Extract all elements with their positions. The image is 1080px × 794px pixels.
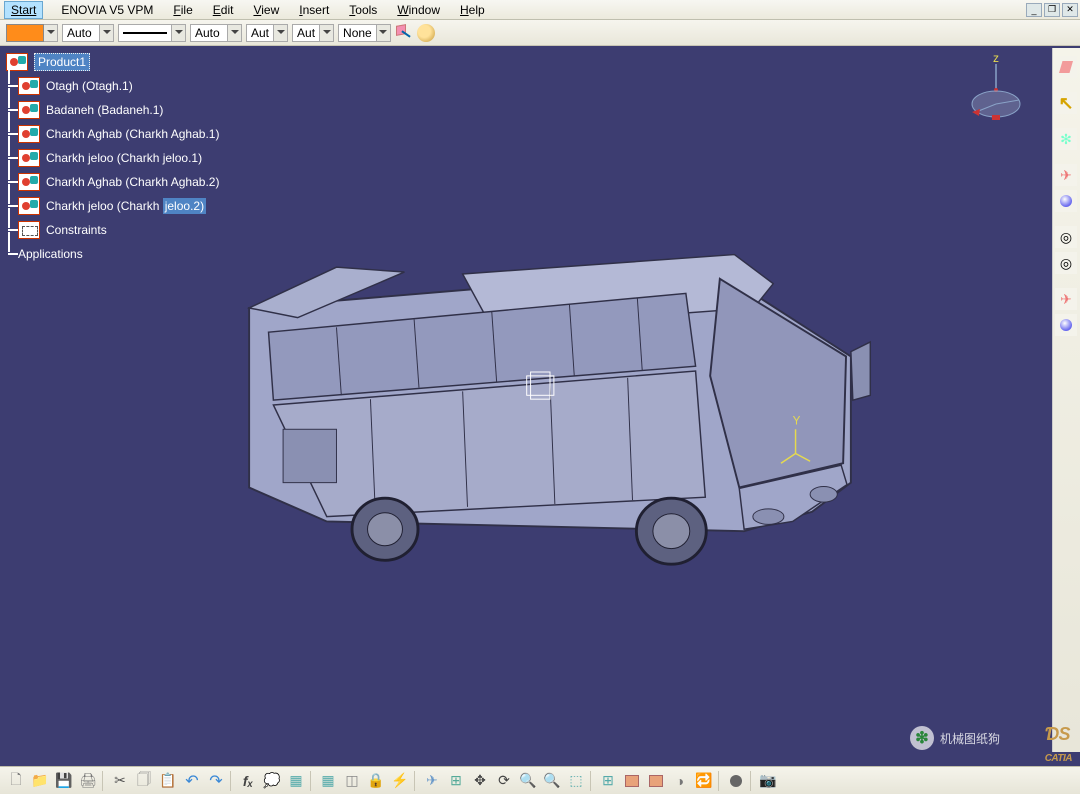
hide-show-icon[interactable] <box>670 771 690 791</box>
tree-item-otagh[interactable]: Otagh (Otagh.1) <box>46 79 133 93</box>
catia-logo: ƊSCATIA <box>1045 724 1072 766</box>
fit-all-icon[interactable] <box>446 771 466 791</box>
grid-icon[interactable] <box>318 771 338 791</box>
hierarchy-icon[interactable] <box>342 771 362 791</box>
cut-icon[interactable] <box>110 771 130 791</box>
menu-bar: Start ENOVIA V5 VPM File Edit View Inser… <box>0 0 1080 20</box>
print-icon[interactable] <box>78 771 98 791</box>
lock-icon[interactable] <box>366 771 386 791</box>
render-dropdown[interactable]: None <box>338 24 391 42</box>
new-document-icon[interactable] <box>6 771 26 791</box>
close-button[interactable]: ✕ <box>1062 3 1078 17</box>
color-swatch <box>6 24 44 42</box>
constraints-icon <box>18 221 40 239</box>
shading-edge-icon[interactable] <box>646 771 666 791</box>
multi-view-icon[interactable] <box>598 771 618 791</box>
tree-applications[interactable]: Applications <box>18 247 83 261</box>
target-icon[interactable] <box>1055 252 1077 274</box>
comment-icon[interactable] <box>262 771 282 791</box>
linetype-dropdown[interactable]: Aut <box>246 24 288 42</box>
fly-icon[interactable] <box>1055 164 1077 186</box>
part-icon <box>18 77 40 95</box>
render-sphere-icon[interactable] <box>1055 314 1077 336</box>
fly-icon[interactable] <box>1055 288 1077 310</box>
snowflake-icon[interactable] <box>1055 128 1077 150</box>
copy-icon[interactable] <box>134 771 154 791</box>
lineweight-dropdown[interactable] <box>118 24 186 42</box>
undo-icon[interactable] <box>182 771 202 791</box>
menu-help[interactable]: Help <box>450 1 495 19</box>
render-sphere-icon[interactable] <box>1055 190 1077 212</box>
tree-constraints[interactable]: Constraints <box>46 223 107 237</box>
line-weight-preview <box>123 32 167 34</box>
minimize-button[interactable]: _ <box>1026 3 1042 17</box>
part-icon <box>18 197 40 215</box>
paste-icon[interactable] <box>158 771 178 791</box>
spreadsheet-icon[interactable] <box>286 771 306 791</box>
target-icon[interactable] <box>1055 226 1077 248</box>
paint-wizard-icon[interactable] <box>417 24 435 42</box>
zoom-in-icon[interactable] <box>518 771 538 791</box>
normal-view-icon[interactable] <box>566 771 586 791</box>
pan-icon[interactable] <box>470 771 490 791</box>
part-icon <box>18 173 40 191</box>
tree-item-badaneh[interactable]: Badaneh (Badaneh.1) <box>46 103 163 117</box>
fly-through-icon[interactable] <box>422 771 442 791</box>
capture-icon[interactable] <box>758 771 778 791</box>
window-controls: _ ❐ ✕ <box>1026 3 1078 17</box>
watermark-text: ❇机械图纸狗 <box>910 726 1000 750</box>
save-icon[interactable] <box>54 771 74 791</box>
pointtype-dropdown[interactable]: Aut <box>292 24 334 42</box>
part-icon <box>18 149 40 167</box>
select-arrow-icon[interactable]: ↖ <box>1055 92 1077 114</box>
compass[interactable]: z <box>966 52 1026 132</box>
open-folder-icon[interactable] <box>30 771 50 791</box>
formula-icon[interactable] <box>238 771 258 791</box>
part-icon <box>18 101 40 119</box>
macro-icon[interactable] <box>390 771 410 791</box>
tree-item-charkh-aghab1[interactable]: Charkh Aghab (Charkh Aghab.1) <box>46 127 219 141</box>
assembly-workbench-icon[interactable] <box>1055 56 1077 78</box>
menu-start-button[interactable]: Start <box>4 1 43 19</box>
bus-model[interactable]: Y <box>220 240 880 570</box>
storage-icon[interactable] <box>726 771 746 791</box>
tree-root[interactable]: Product1 <box>34 53 90 71</box>
wechat-icon: ❇ <box>910 726 934 750</box>
bottom-toolbar <box>0 766 1080 794</box>
rotate-icon[interactable] <box>494 771 514 791</box>
3d-viewport[interactable]: Y <box>150 150 950 630</box>
color-dropdown[interactable] <box>6 24 58 42</box>
restore-button[interactable]: ❐ <box>1044 3 1060 17</box>
menu-file[interactable]: File <box>163 1 202 19</box>
menu-edit[interactable]: Edit <box>203 1 244 19</box>
shading-icon[interactable] <box>622 771 642 791</box>
painter-icon[interactable] <box>395 24 413 42</box>
svg-text:Y: Y <box>793 414 801 427</box>
zoom-out-icon[interactable] <box>542 771 562 791</box>
right-toolbar: ↖ <box>1052 48 1080 752</box>
transparency-dropdown[interactable]: Auto <box>62 24 114 42</box>
graphic-properties-toolbar: Auto Auto Aut Aut None <box>0 20 1080 46</box>
part-icon <box>18 125 40 143</box>
compass-z-label: z <box>993 52 999 65</box>
menu-enovia[interactable]: ENOVIA V5 VPM <box>51 1 163 19</box>
menu-insert[interactable]: Insert <box>289 1 339 19</box>
menu-tools[interactable]: Tools <box>339 1 387 19</box>
menu-window[interactable]: Window <box>387 1 450 19</box>
lineweight-value-dropdown[interactable]: Auto <box>190 24 242 42</box>
menu-view[interactable]: View <box>243 1 289 19</box>
redo-icon[interactable] <box>206 771 226 791</box>
swap-visible-icon[interactable] <box>694 771 714 791</box>
